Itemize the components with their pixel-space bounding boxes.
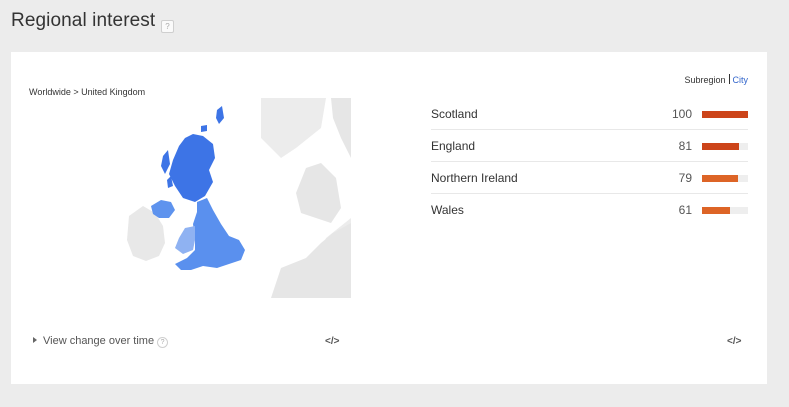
embed-code-icon-map[interactable]: </> [325, 336, 339, 347]
region-value: 61 [678, 203, 692, 217]
embed-code-icon-list[interactable]: </> [727, 336, 741, 347]
region-row-northern-ireland[interactable]: Northern Ireland 79 [431, 162, 748, 194]
region-bar-fill [702, 143, 740, 150]
region-row-wales[interactable]: Wales 61 [431, 194, 748, 225]
subregion-city-toggle: Subregion City [684, 74, 748, 85]
region-name: Northern Ireland [431, 171, 518, 185]
map-svg [121, 98, 351, 298]
region-name: Scotland [431, 107, 478, 121]
region-value: 100 [671, 107, 692, 121]
expand-triangle-icon [33, 337, 37, 343]
region-name: Wales [431, 203, 464, 217]
region-bar-track [702, 143, 748, 150]
region-value: 79 [678, 171, 692, 185]
regional-interest-card: Worldwide > United Kingdom Subregion Cit… [11, 52, 767, 384]
region-bar-fill [702, 207, 731, 214]
region-row-scotland[interactable]: Scotland 100 [431, 98, 748, 130]
section-title: Regional interest [11, 10, 156, 31]
toggle-city[interactable]: City [733, 75, 749, 85]
view-change-over-time-link[interactable]: View change over time? [33, 335, 169, 348]
region-bar-track [702, 207, 748, 214]
map-region-orkney[interactable] [201, 125, 207, 132]
toggle-divider [728, 74, 730, 84]
region-row-england[interactable]: England 81 [431, 130, 748, 162]
region-name: England [431, 139, 476, 153]
help-icon[interactable]: ? [161, 20, 174, 33]
help-icon-small[interactable]: ? [157, 337, 169, 348]
region-bar-track [702, 175, 748, 182]
region-bar-track [702, 111, 748, 118]
region-value: 81 [678, 139, 692, 153]
uk-region-map[interactable] [121, 98, 351, 298]
region-bar-fill [702, 175, 739, 182]
toggle-subregion[interactable]: Subregion [684, 75, 725, 85]
breadcrumb: Worldwide > United Kingdom [29, 87, 146, 97]
region-bar-fill [702, 111, 748, 118]
region-list: Scotland 100 England 81 Northern Ireland… [431, 98, 748, 225]
view-change-label: View change over time [43, 335, 155, 347]
